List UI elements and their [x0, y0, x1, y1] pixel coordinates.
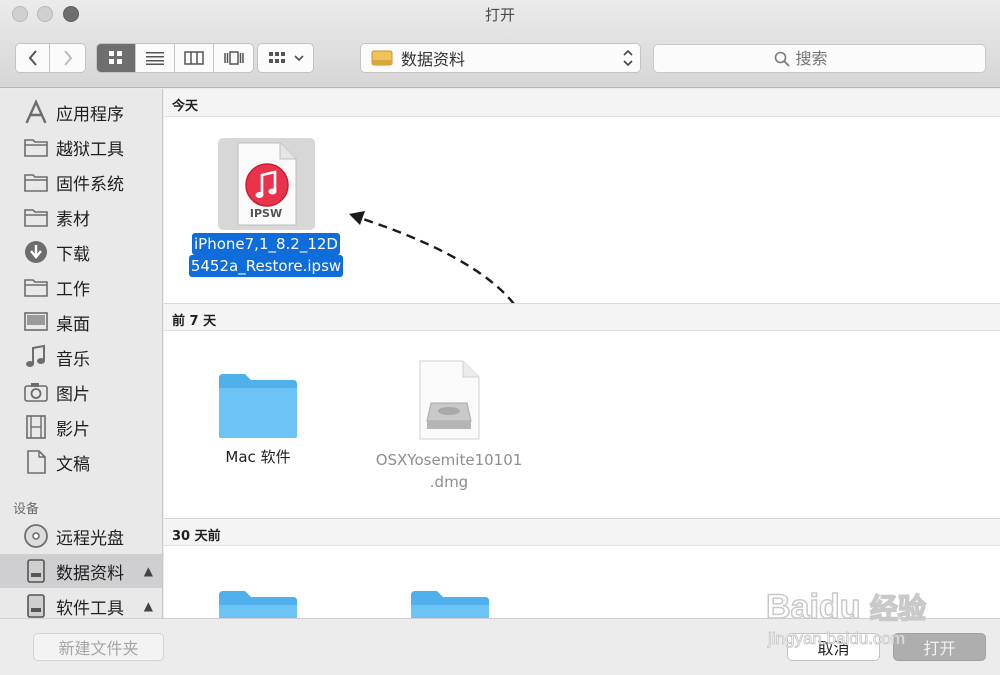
column-view-button[interactable] [175, 44, 214, 72]
hard-drive-icon [22, 557, 50, 585]
devices-heading: 设备 [13, 502, 40, 517]
search-input[interactable] [795, 49, 866, 68]
camera-icon [22, 378, 50, 406]
hard-drive-icon [22, 592, 50, 618]
documents-icon [22, 448, 50, 476]
sidebar-item-firmware[interactable]: 固件系统 [0, 165, 162, 199]
desktop-icon [22, 308, 50, 336]
list-view-button[interactable] [136, 44, 175, 72]
sidebar-item-jailbreak-tools[interactable]: 越狱工具 [0, 130, 162, 164]
sidebar-item-materials[interactable]: 素材 [0, 200, 162, 234]
folder-icon [219, 374, 297, 438]
eject-icon[interactable]: ▲ [144, 599, 153, 613]
folder-icon [22, 203, 50, 231]
sidebar-item-downloads[interactable]: 下载 [0, 235, 162, 269]
dashed-arrow-annotation [349, 211, 515, 305]
folder-icon [22, 133, 50, 161]
sidebar-item-pictures[interactable]: 图片 [0, 375, 162, 409]
file-item-ipsw[interactable]: IPSW iPhone7,1_8.2_12D 5452a_Restore.ips… [176, 138, 356, 277]
file-name-line: 5452a_Restore.ipsw [188, 255, 344, 277]
folder-icon [219, 591, 297, 618]
file-name-line: iPhone7,1_8.2_12D [192, 233, 340, 255]
sidebar-item-music[interactable]: 音乐 [0, 340, 162, 374]
film-icon [22, 413, 50, 441]
file-name-line: .dmg [429, 473, 469, 491]
applications-icon [22, 98, 50, 126]
view-mode-control [96, 43, 254, 73]
sidebar-item-desktop[interactable]: 桌面 [0, 305, 162, 339]
folder-icon [411, 591, 489, 618]
title-bar: 打开 数据资料 搜索 [0, 0, 1000, 88]
sidebar-item-movies[interactable]: 影片 [0, 410, 162, 444]
icon-view-button[interactable] [97, 44, 136, 72]
sidebar-item-data-volume[interactable]: 数据资料 ▲ [0, 554, 162, 588]
chevron-left-icon [28, 50, 37, 66]
music-icon [22, 343, 50, 371]
sidebar: 应用程序 越狱工具 固件系统 素材 下载 工作 桌面 音乐 图片 影片 文稿 设… [0, 89, 163, 618]
arrange-button[interactable] [257, 43, 314, 73]
new-folder-button[interactable]: 新建文件夹 [33, 633, 164, 661]
open-button[interactable]: 打开 [893, 633, 986, 661]
downloads-icon [22, 238, 50, 266]
window-title: 打开 [484, 6, 515, 24]
grid-icon [109, 51, 122, 64]
cover-flow-icon [223, 51, 244, 65]
columns-icon [184, 51, 204, 65]
section-header-30-days-ago: 30 天前 [164, 518, 1000, 546]
sidebar-item-remote-disc[interactable]: 远程光盘 [0, 519, 162, 553]
sidebar-item-documents[interactable]: 文稿 [0, 445, 162, 479]
hard-drive-icon [371, 50, 393, 66]
eject-icon[interactable]: ▲ [144, 564, 153, 578]
folder-icon [22, 273, 50, 301]
cancel-button[interactable]: 取消 [787, 633, 880, 661]
section-header-today: 今天 [164, 89, 1000, 117]
optical-disc-icon [22, 522, 50, 550]
up-down-chevron-icon [623, 49, 633, 67]
search-icon [774, 51, 790, 67]
list-icon [146, 52, 164, 65]
dmg-file-icon [419, 360, 480, 440]
search-field[interactable] [653, 44, 986, 73]
chevron-down-icon [293, 55, 304, 62]
forward-button[interactable] [50, 43, 86, 73]
arrange-grid-icon [268, 52, 285, 63]
file-item-folder[interactable] [390, 589, 510, 618]
sidebar-item-software-tools[interactable]: 软件工具 ▲ [0, 589, 162, 618]
folder-icon [22, 168, 50, 196]
file-item-osx-yosemite-dmg[interactable]: OSXYosemite10101 .dmg [369, 359, 529, 493]
file-name-line: OSXYosemite10101 [375, 451, 523, 469]
bottom-bar: 新建文件夹 取消 打开 [0, 618, 1000, 675]
sidebar-item-work[interactable]: 工作 [0, 270, 162, 304]
file-item-mac-software[interactable]: Mac 软件 [198, 372, 318, 468]
file-item-folder[interactable] [198, 589, 318, 618]
sidebar-item-applications[interactable]: 应用程序 [0, 95, 162, 129]
location-label: 数据资料 [401, 50, 466, 69]
file-browser: 今天 IPSW iPhone7,1_8.2_12D 5452a_Restore.… [164, 89, 1000, 618]
chevron-right-icon [63, 50, 72, 66]
ipsw-file-icon: IPSW [217, 138, 315, 230]
file-name-line: Mac 软件 [225, 448, 291, 466]
back-button[interactable] [15, 43, 50, 73]
cover-flow-view-button[interactable] [214, 44, 253, 72]
section-header-previous-7-days: 前 7 天 [164, 303, 1000, 331]
file-type-label: IPSW [249, 207, 283, 220]
location-popup[interactable]: 数据资料 [360, 43, 641, 73]
